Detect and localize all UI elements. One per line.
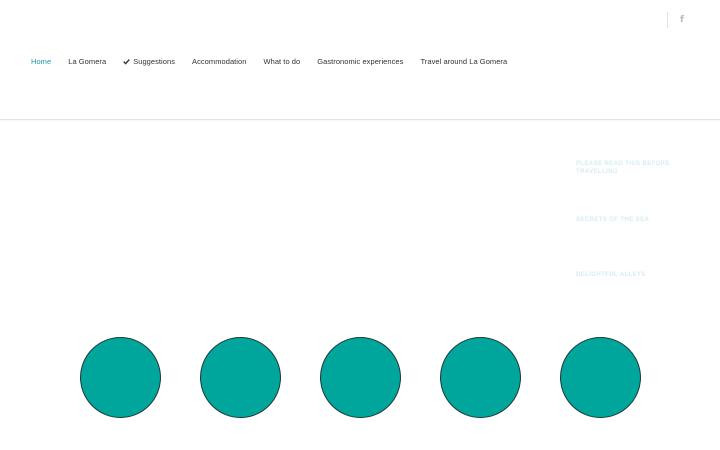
nav-item-label: Home [31, 56, 52, 66]
page: f Home La Gomera Suggestions Accommodati… [0, 0, 720, 450]
nav-item-label: What to do [263, 56, 301, 66]
nav-item-suggestions[interactable]: Suggestions [123, 57, 175, 66]
social-links: f [667, 12, 684, 28]
circle-links [0, 337, 720, 419]
nav-item-label: Gastronomic experiences [317, 56, 404, 66]
sidebar-link-delightful-alleys[interactable]: DELIGHTFUL ALLEYS [576, 271, 696, 279]
circle-link[interactable] [200, 337, 281, 418]
nav-item-accommodation[interactable]: Accommodation [192, 57, 246, 66]
circle-link[interactable] [440, 337, 521, 418]
circle-link[interactable] [560, 337, 641, 418]
sidebar-link-read-before-travelling[interactable]: PLEASE READ THIS BEFORE TRAVELLING [576, 160, 696, 176]
nav-item-label: La Gomera [68, 56, 107, 66]
nav-item-what-to-do[interactable]: What to do [263, 57, 300, 66]
sidebar-link-secrets-of-the-sea[interactable]: SECRETS OF THE SEA [576, 216, 696, 224]
nav-item-home[interactable]: Home [31, 57, 51, 66]
circle-link[interactable] [320, 337, 401, 418]
circle-link[interactable] [80, 337, 161, 418]
nav-item-label: Suggestions [133, 56, 176, 66]
site-header: f Home La Gomera Suggestions Accommodati… [0, 0, 720, 120]
check-icon [123, 58, 131, 65]
nav-item-label: Accommodation [192, 56, 247, 66]
facebook-icon[interactable]: f [680, 15, 684, 25]
main-nav: Home La Gomera Suggestions Accommodation… [31, 55, 524, 67]
nav-item-gastronomic-experiences[interactable]: Gastronomic experiences [317, 57, 403, 66]
nav-item-travel-around[interactable]: Travel around La Gomera [420, 57, 507, 66]
nav-item-label: Travel around La Gomera [420, 56, 508, 66]
nav-item-la-gomera[interactable]: La Gomera [68, 57, 106, 66]
